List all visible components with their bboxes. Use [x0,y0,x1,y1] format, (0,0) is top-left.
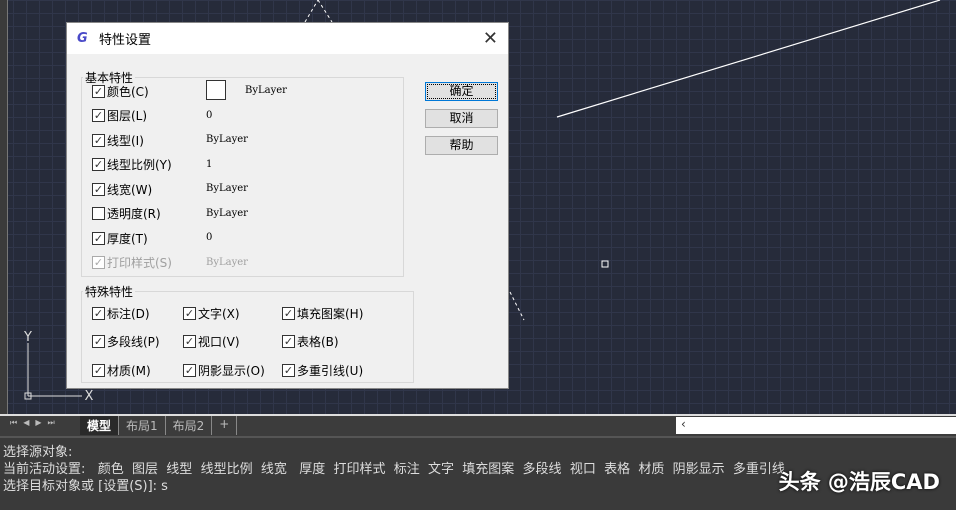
checkbox-box[interactable]: ✓ [183,335,196,348]
tab-nav-button[interactable]: ⏭ [48,418,55,428]
checkbox-box[interactable]: ✓ [92,133,105,147]
checkbox-label: 颜色(C) [107,84,149,99]
checkbox-box[interactable]: ✓ [282,363,295,377]
checkbox-special-3[interactable]: ✓ 多段线(P) [92,333,160,351]
color-swatch[interactable] [206,80,226,100]
checkbox-label: 透明度(R) [107,207,161,221]
ucs-y-label: Y [23,330,32,345]
left-scrollbar[interactable] [0,0,8,414]
help-button[interactable]: 帮助 [425,136,498,155]
checkbox-special-6[interactable]: ✓ 材质(M) [92,361,151,379]
checkbox-label: 打印样式(S) [107,256,172,270]
checkbox-special-1[interactable]: ✓ 文字(X) [183,304,240,322]
property-value: ByLayer [245,85,287,96]
tab-0[interactable]: 模型 [80,416,120,435]
checkbox-special-4[interactable]: ✓ 视口(V) [183,333,240,351]
property-value: ByLayer [206,207,248,219]
checkbox-label: 填充图案(H) [297,306,364,321]
horizontal-scrollbar[interactable]: ‹ [676,417,956,434]
dialog-title: 特性设置 [99,33,152,48]
checkbox-box[interactable]: ✓ [92,256,105,269]
checkbox-box[interactable]: ✓ [282,306,295,320]
checkbox-box[interactable] [92,207,105,220]
property-value: 0 [206,109,213,121]
checkbox-special-8[interactable]: ✓ 多重引线(U) [282,361,363,379]
checkbox-basic-4[interactable]: ✓ 线宽(W) [92,180,152,198]
checkbox-box[interactable]: ✓ [282,335,295,348]
checkbox-basic-1[interactable]: ✓ 图层(L) [92,107,147,125]
property-settings-dialog: G 特性设置 ✕ 基本特性 ✓ 颜色(C) ByLayer ✓ 图层(L) 0 ✓ 线型(I)… [66,22,509,389]
checkbox-basic-3[interactable]: ✓ 线型比例(Y) [92,156,172,174]
property-value: 0 [206,232,213,243]
line-entity [556,0,941,118]
special-group-label: 特殊特性 [83,283,136,300]
checkbox-label: 表格(B) [297,335,339,349]
checkbox-label: 阴影显示(O) [198,363,265,378]
dashed-entity [304,0,319,23]
tab-nav-button[interactable]: ▶ [35,418,41,428]
checkbox-basic-0[interactable]: ✓ 颜色(C) [92,82,149,100]
checkbox-basic-6[interactable]: ✓ 厚度(T) [92,229,148,247]
watermark: 头条 @浩辰CAD [778,470,940,494]
checkbox-label: 线型(I) [107,133,144,148]
checkbox-box[interactable]: ✓ [92,182,105,196]
checkbox-label: 线型比例(Y) [107,158,172,172]
checkbox-label: 多段线(P) [107,335,160,349]
checkbox-special-7[interactable]: ✓ 阴影显示(O) [183,361,265,379]
checkbox-label: 标注(D) [107,306,150,321]
checkbox-box[interactable]: ✓ [92,84,105,98]
checkbox-basic-2[interactable]: ✓ 线型(I) [92,131,144,149]
checkbox-label: 图层(L) [107,109,148,123]
checkbox-box[interactable]: ✓ [92,363,105,377]
checkbox-box[interactable]: ✓ [92,109,105,122]
layout-tab-bar: ⏮ ◀ ▶ ⏭ 模型 布局1 布局2 + ‹ [0,414,956,436]
property-value: 1 [206,158,213,170]
ok-button[interactable]: 确定 [425,82,498,101]
checkbox-box[interactable]: ✓ [92,231,105,245]
tab-nav-button[interactable]: ⏮ [10,418,17,428]
dashed-entity [317,0,333,23]
dialog-titlebar[interactable]: G 特性设置 ✕ [67,23,508,54]
checkbox-box[interactable]: ✓ [183,306,196,320]
tab-1[interactable]: 布局1 [119,416,166,435]
checkbox-label: 厚度(T) [107,231,148,246]
checkbox-box[interactable]: ✓ [92,306,105,320]
checkbox-special-5[interactable]: ✓ 表格(B) [282,333,339,351]
tab-2[interactable]: 布局2 [166,416,213,435]
checkbox-special-0[interactable]: ✓ 标注(D) [92,304,150,322]
checkbox-box[interactable]: ✓ [183,363,196,377]
checkbox-basic-5[interactable]: 透明度(R) [92,205,161,223]
tab-nav-button[interactable]: ◀ [23,418,29,428]
checkbox-label: 文字(X) [198,306,240,321]
property-value: ByLayer [206,183,248,194]
checkbox-basic-7: ✓ 打印样式(S) [92,254,172,272]
checkbox-special-2[interactable]: ✓ 填充图案(H) [282,304,363,322]
close-icon[interactable]: ✕ [483,28,498,49]
app-logo-icon: G [77,30,88,46]
checkbox-label: 视口(V) [198,335,240,349]
command-history-line: 选择源对象: [3,445,73,460]
dashed-entity [509,291,525,321]
checkbox-label: 材质(M) [107,363,151,378]
checkbox-label: 线宽(W) [107,182,153,197]
checkbox-box[interactable]: ✓ [92,158,105,171]
grip-square [601,260,609,268]
checkbox-label: 多重引线(U) [297,363,364,378]
ucs-x-label: X [85,389,94,404]
cancel-button[interactable]: 取消 [425,109,498,128]
property-value: ByLayer [206,134,248,145]
checkbox-box[interactable]: ✓ [92,335,105,348]
property-value: ByLayer [206,256,248,268]
tab-3[interactable]: + [212,416,238,435]
